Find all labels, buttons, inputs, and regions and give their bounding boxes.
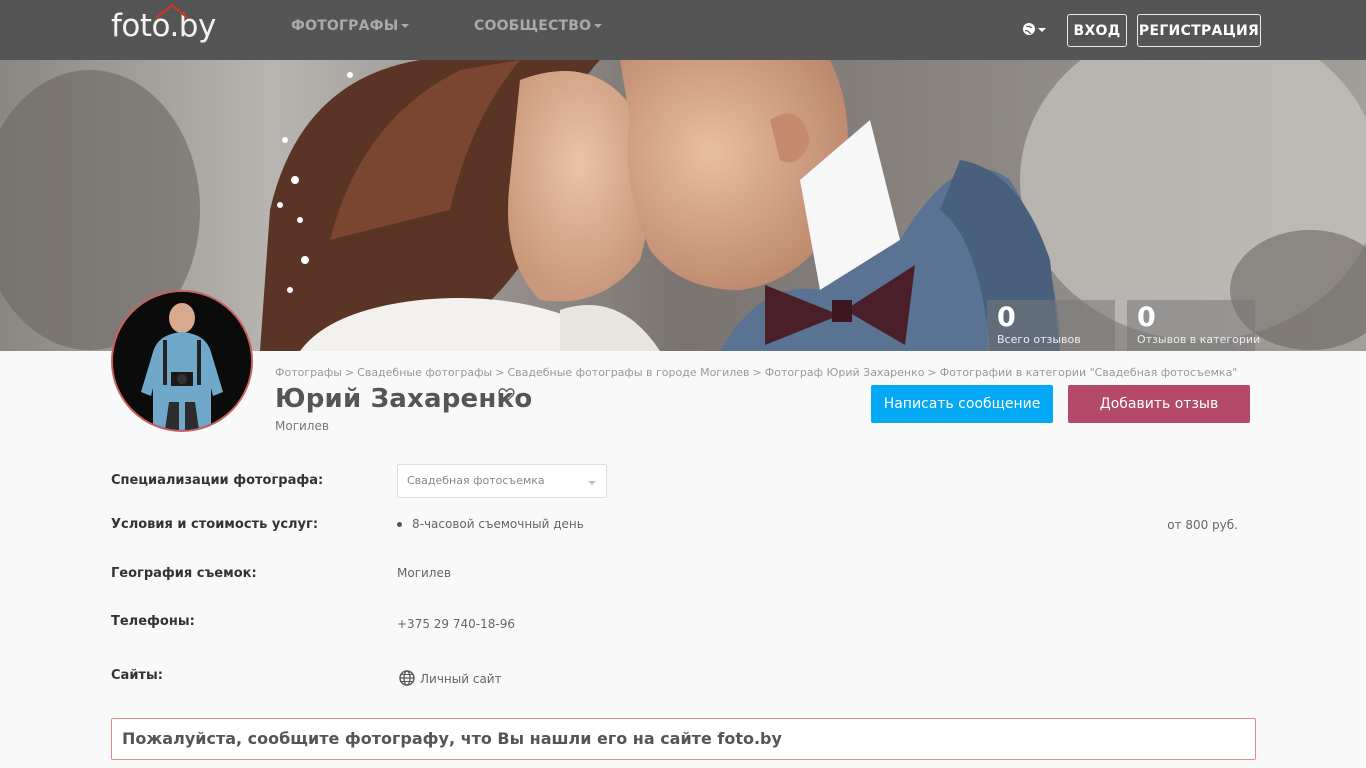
services-label: Условия и стоимость услуг: bbox=[111, 517, 319, 532]
top-navbar: foto.by ФОТОГРАФЫ СООБЩЕСТВО ВХОД РЕГИСТ… bbox=[0, 0, 1366, 60]
specialization-select[interactable]: Свадебная фотосъемка bbox=[397, 464, 607, 498]
heart-icon[interactable] bbox=[498, 387, 515, 403]
avatar-image bbox=[113, 292, 251, 430]
register-button[interactable]: РЕГИСТРАЦИЯ bbox=[1137, 14, 1261, 47]
service-price: от 800 руб. bbox=[1167, 518, 1238, 532]
stat-total-reviews: 0 Всего отзывов bbox=[987, 300, 1115, 351]
specializations-label: Специализации фотографа: bbox=[111, 473, 324, 488]
nav-community-label: СООБЩЕСТВО bbox=[474, 18, 592, 34]
login-button[interactable]: ВХОД bbox=[1067, 14, 1127, 47]
notice-banner: Пожалуйста, сообщите фотографу, что Вы н… bbox=[111, 718, 1256, 760]
avatar[interactable] bbox=[111, 290, 253, 432]
photographer-city: Могилев bbox=[275, 419, 329, 433]
breadcrumb-item[interactable]: Фотографы bbox=[275, 366, 342, 379]
specialization-selected: Свадебная фотосъемка bbox=[407, 474, 545, 487]
stat-category-reviews-label: Отзывов в категории bbox=[1137, 333, 1261, 346]
service-item: 8-часовой съемочный день bbox=[412, 517, 584, 531]
breadcrumb: Фотографы > Свадебные фотографы > Свадебные … bbox=[275, 366, 1237, 379]
breadcrumb-separator: > bbox=[344, 366, 355, 379]
stat-category-reviews: 0 Отзывов в категории bbox=[1127, 300, 1260, 351]
nav-photographers[interactable]: ФОТОГРАФЫ bbox=[291, 18, 410, 34]
breadcrumb-separator: > bbox=[752, 366, 762, 379]
photographer-name: Юрий Захаренко bbox=[275, 384, 533, 414]
personal-site-link[interactable]: Личный сайт bbox=[420, 672, 502, 686]
chevron-down-icon bbox=[594, 24, 603, 28]
bullet-icon bbox=[397, 522, 402, 527]
geography-label: География съемок: bbox=[111, 566, 257, 581]
sites-label: Сайты: bbox=[111, 668, 163, 683]
nav-photographers-label: ФОТОГРАФЫ bbox=[291, 18, 399, 34]
breadcrumb-item[interactable]: Фотограф Юрий Захаренко bbox=[765, 366, 925, 379]
globe-icon bbox=[399, 670, 415, 686]
chevron-down-icon bbox=[588, 481, 596, 485]
phones-label: Телефоны: bbox=[111, 614, 195, 629]
breadcrumb-item[interactable]: Свадебные фотографы bbox=[357, 366, 492, 379]
add-review-button[interactable]: Добавить отзыв bbox=[1068, 385, 1250, 423]
globe-icon[interactable] bbox=[1021, 20, 1049, 40]
chevron-down-icon bbox=[401, 24, 410, 28]
send-message-button[interactable]: Написать сообщение bbox=[871, 385, 1053, 423]
geography-value: Могилев bbox=[397, 566, 451, 580]
stat-total-reviews-value: 0 bbox=[997, 302, 1016, 333]
phone-value[interactable]: +375 29 740-18-96 bbox=[397, 617, 515, 631]
breadcrumb-separator: > bbox=[495, 366, 505, 379]
stat-total-reviews-label: Всего отзывов bbox=[997, 333, 1081, 346]
breadcrumb-item[interactable]: Свадебные фотографы в городе Могилев bbox=[507, 366, 749, 379]
notice-text: Пожалуйста, сообщите фотографу, что Вы н… bbox=[122, 729, 782, 748]
logo-roof-icon bbox=[155, 3, 189, 19]
breadcrumb-item: Фотографии в категории "Свадебная фотосъ… bbox=[939, 366, 1238, 379]
stat-category-reviews-value: 0 bbox=[1137, 302, 1156, 333]
site-logo[interactable]: foto.by bbox=[111, 3, 216, 48]
nav-community[interactable]: СООБЩЕСТВО bbox=[474, 18, 603, 34]
breadcrumb-separator: > bbox=[927, 366, 937, 379]
